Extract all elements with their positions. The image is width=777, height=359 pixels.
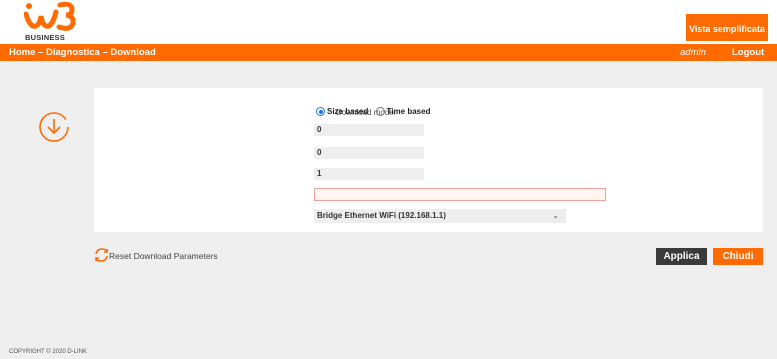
download-icon <box>39 112 69 142</box>
copyright: COPYRIGHT © 2020 D-LINK <box>9 349 87 355</box>
time-based-label: Time based <box>386 107 431 116</box>
size-based-label: Size based <box>327 107 369 116</box>
connections-number-field[interactable]: 1 <box>314 168 424 180</box>
url-field[interactable] <box>314 188 606 201</box>
download-mode-radio-group: Size based Time based <box>316 107 430 116</box>
reset-download-parameters[interactable]: Reset Download Parameters <box>94 248 218 262</box>
apply-button[interactable]: Applica <box>656 248 707 265</box>
radio-unselected-icon <box>375 107 385 116</box>
ethernet-priority-field[interactable]: 0 <box>314 147 424 159</box>
download-settings-panel: Download mode: DSCP: Ethernet Priority: … <box>94 88 763 232</box>
time-based-radio[interactable]: Time based <box>375 107 431 116</box>
logout-link[interactable]: Logout <box>732 47 764 58</box>
username: admin <box>680 47 706 58</box>
reset-icon <box>95 248 108 262</box>
breadcrumb: Home – Diagnostica – Download <box>9 47 156 58</box>
interface-select[interactable]: Bridge Ethernet WiFi (192.168.1.1) ⌄ <box>314 209 566 223</box>
radio-selected-icon <box>316 107 325 116</box>
chevron-down-icon: ⌄ <box>552 211 559 220</box>
interface-value: Bridge Ethernet WiFi (192.168.1.1) <box>317 211 446 220</box>
nav-bar: Home – Diagnostica – Download admin Logo… <box>0 44 777 61</box>
close-button[interactable]: Chiudi <box>713 248 763 265</box>
top-bar: BUSINESS Vista semplificata <box>0 0 777 44</box>
logo-text: BUSINESS <box>25 33 65 42</box>
reset-label: Reset Download Parameters <box>109 251 218 261</box>
vista-semplificata-button[interactable]: Vista semplificata <box>686 14 768 41</box>
dscp-field[interactable]: 0 <box>314 124 424 136</box>
size-based-radio[interactable]: Size based <box>316 107 368 116</box>
